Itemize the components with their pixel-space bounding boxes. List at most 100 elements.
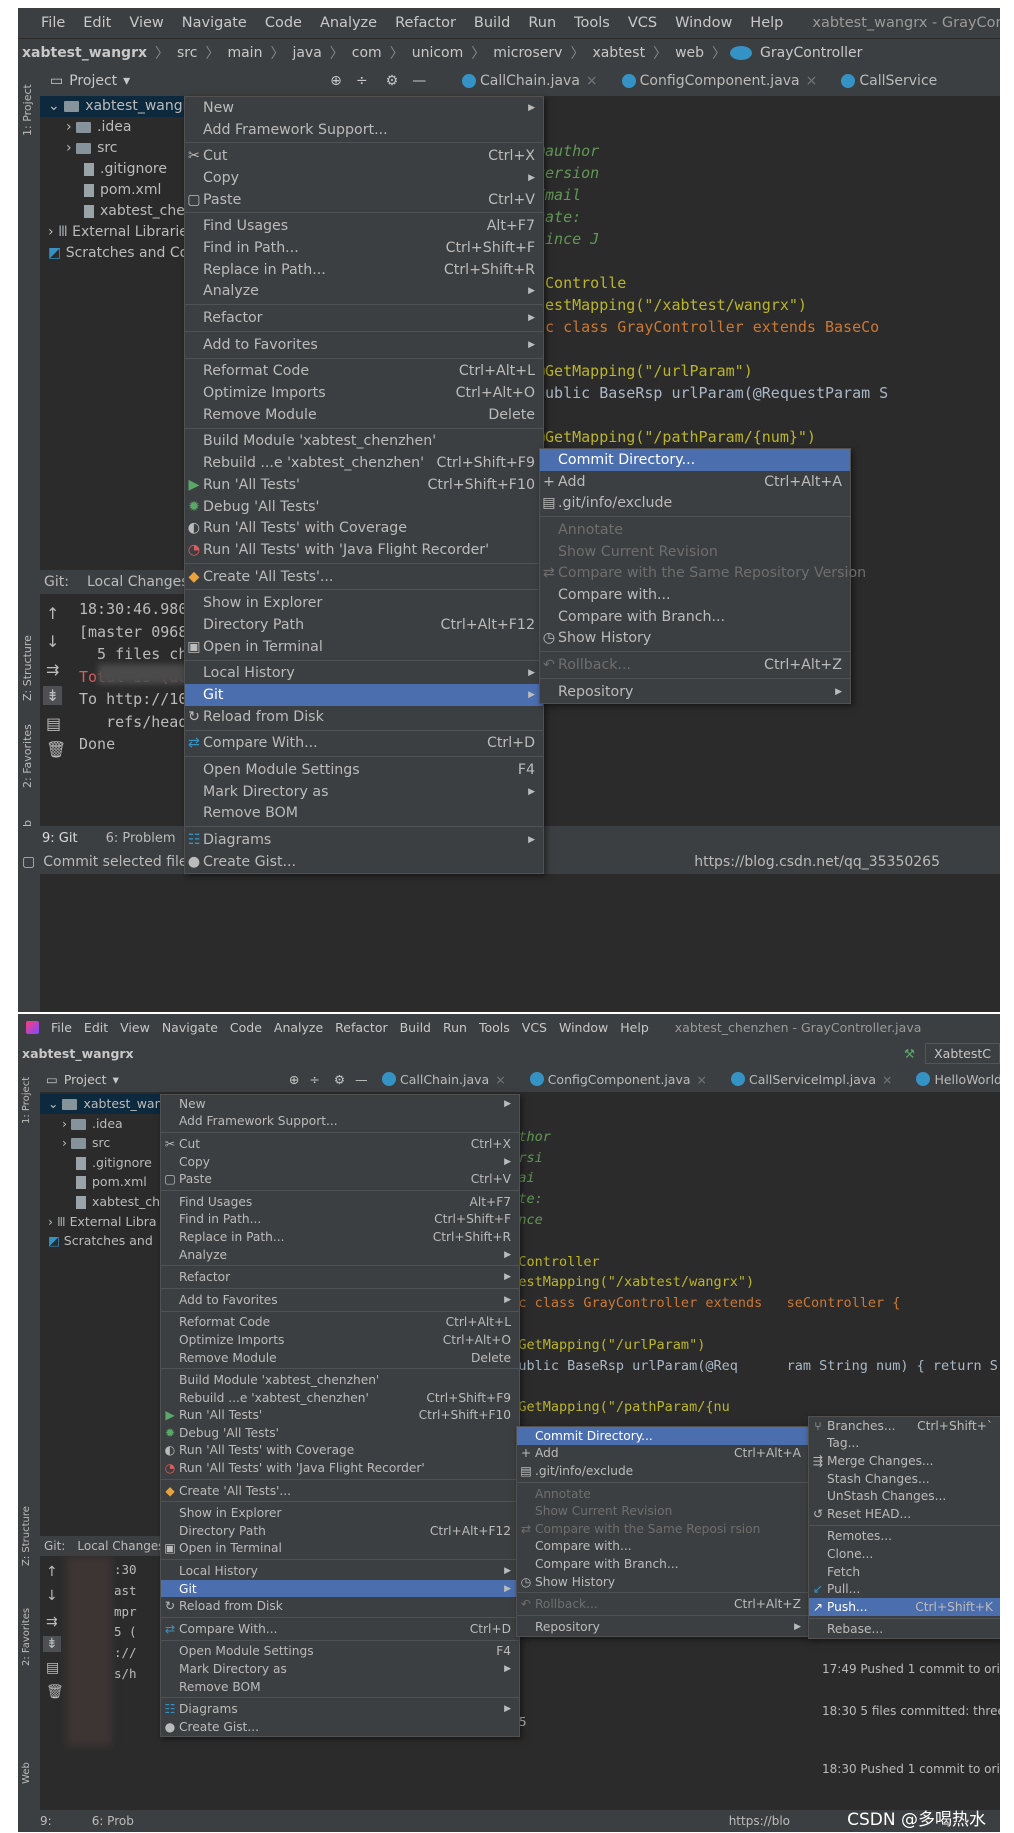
menu-item-directory-path[interactable]: Directory Path Ctrl+Alt+F12 <box>185 614 543 636</box>
menu-item-compare-with-branch[interactable]: Compare with Branch... <box>540 606 850 628</box>
breadcrumb-item[interactable]: main <box>223 45 266 61</box>
scroll-end-icon[interactable]: ⇟ <box>43 1636 61 1652</box>
close-icon[interactable]: × <box>806 73 818 89</box>
tree-node[interactable]: ◩ Scratches and Co <box>40 243 200 264</box>
tree-node[interactable]: › src <box>40 1133 180 1153</box>
print-icon[interactable]: ▤ <box>46 1660 59 1676</box>
favorites-tool-label[interactable]: 2: Favorites <box>21 1608 32 1666</box>
menu-item-new[interactable]: New ▶ <box>185 97 543 119</box>
menu-build[interactable]: Build <box>394 1020 437 1035</box>
locate-icon[interactable]: ⊕ <box>330 73 342 89</box>
tree-node[interactable]: xabtest_chenz <box>40 201 201 222</box>
menu-item-repository[interactable]: Repository ▶ <box>540 681 850 703</box>
collapse-icon[interactable]: ÷ <box>309 1072 319 1087</box>
menu-item-replace-in-path[interactable]: Replace in Path... Ctrl+Shift+R <box>185 259 543 281</box>
menu-item-copy[interactable]: Copy ▶ <box>185 167 543 189</box>
menu-item-reformat-code[interactable]: Reformat Code Ctrl+Alt+L <box>185 361 543 383</box>
menu-item-find-in-path[interactable]: Find in Path... Ctrl+Shift+F <box>161 1211 519 1229</box>
menu-item-run-all-tests[interactable]: ▶ Run 'All Tests' Ctrl+Shift+F10 <box>161 1407 519 1425</box>
menu-item-replace-in-path[interactable]: Replace in Path... Ctrl+Shift+R <box>161 1228 519 1246</box>
menu-item-find-usages[interactable]: Find Usages Alt+F7 <box>185 215 543 237</box>
breadcrumb-item[interactable]: src <box>173 45 201 61</box>
chevron-icon[interactable]: › <box>48 224 58 240</box>
menu-item-analyze[interactable]: Analyze ▶ <box>185 281 543 303</box>
menu-item-remove-bom[interactable]: Remove BOM <box>185 803 543 825</box>
menu-item-open-module-settings[interactable]: Open Module Settings F4 <box>161 1643 519 1661</box>
chevron-down-icon[interactable]: ▾ <box>113 1072 119 1087</box>
menu-item-pull[interactable]: ↙ Pull... <box>809 1580 1000 1598</box>
tree-node[interactable]: pom.xml <box>40 1172 180 1192</box>
menu-help[interactable]: Help <box>741 15 792 31</box>
menu-item-rebuild-e-xabtest-chenzhen[interactable]: Rebuild ...e 'xabtest_chenzhen' Ctrl+Shif… <box>161 1389 519 1407</box>
tree-node[interactable]: › .idea <box>40 1114 180 1134</box>
gear-icon[interactable]: ⚙ <box>386 73 399 89</box>
menu-vcs[interactable]: VCS <box>516 1020 553 1035</box>
collapse-icon[interactable]: ÷ <box>356 73 368 89</box>
menu-item-add[interactable]: + Add Ctrl+Alt+A <box>517 1445 809 1463</box>
tree-node[interactable]: › src <box>40 138 200 159</box>
menu-item-create-all-tests[interactable]: ◆ Create 'All Tests'... <box>185 566 543 588</box>
close-icon[interactable]: × <box>882 1072 892 1087</box>
menu-item-create-all-tests[interactable]: ◆ Create 'All Tests'... <box>161 1482 519 1500</box>
tree-node[interactable]: ◩ Scratches and <box>40 1231 180 1251</box>
menu-run[interactable]: Run <box>519 15 565 31</box>
editor-tab[interactable]: CallService <box>829 73 949 89</box>
menu-item-add-to-favorites[interactable]: Add to Favorites ▶ <box>161 1291 519 1309</box>
menu-item-compare-with[interactable]: Compare with... <box>517 1538 809 1556</box>
menu-item-reload-from-disk[interactable]: ↻ Reload from Disk <box>161 1597 519 1615</box>
menu-item-remove-module[interactable]: Remove Module Delete <box>161 1349 519 1367</box>
code-editor[interactable]: @author version Email Date: since J tControll… <box>536 142 888 450</box>
menu-item-remove-bom[interactable]: Remove BOM <box>161 1678 519 1696</box>
menu-item-compare-with-branch[interactable]: Compare with Branch... <box>517 1555 809 1573</box>
tree-node[interactable]: pom.xml <box>40 180 200 201</box>
chevron-icon[interactable]: › <box>66 140 76 156</box>
menu-item-compare-with[interactable]: Compare with... <box>540 584 850 606</box>
menu-item-open-in-terminal[interactable]: ▣ Open in Terminal <box>185 636 543 658</box>
menu-item-debug-all-tests[interactable]: ✹ Debug 'All Tests' <box>161 1424 519 1442</box>
menu-edit[interactable]: Edit <box>78 1020 114 1035</box>
menu-item-copy[interactable]: Copy ▶ <box>161 1153 519 1171</box>
menu-item-create-gist[interactable]: ● Create Gist... <box>161 1718 519 1736</box>
tab-git[interactable]: 9: <box>40 1814 52 1828</box>
menu-item-cut[interactable]: ✂ Cut Ctrl+X <box>185 145 543 167</box>
breadcrumb-item[interactable]: web <box>671 45 708 61</box>
tree-node[interactable]: › Ⅲ External Libraries <box>40 222 200 243</box>
menu-item-commit-directory[interactable]: Commit Directory... <box>540 449 850 471</box>
menu-item-git[interactable]: Git ▶ <box>185 684 543 706</box>
arrow-up-icon[interactable]: ↑ <box>46 1564 58 1580</box>
menu-item-refactor[interactable]: Refactor ▶ <box>161 1268 519 1286</box>
menu-item-git[interactable]: Git ▶ <box>161 1579 519 1598</box>
menu-view[interactable]: View <box>114 1020 156 1035</box>
menu-refactor[interactable]: Refactor <box>386 15 465 31</box>
menu-item-add-framework-support[interactable]: Add Framework Support... <box>185 119 543 141</box>
chevron-icon[interactable]: ⌄ <box>48 1096 62 1111</box>
menu-item-run-all-tests-with-java-flight-recorder[interactable]: ◔ Run 'All Tests' with 'Java Flight Recor… <box>185 539 543 561</box>
chevron-icon[interactable]: ⌄ <box>48 98 64 114</box>
menu-item-local-history[interactable]: Local History ▶ <box>161 1562 519 1580</box>
menu-tools[interactable]: Tools <box>473 1020 516 1035</box>
breadcrumb-item[interactable]: xabtest <box>588 45 649 61</box>
code-editor[interactable]: *@author@versi@Emai@Date:@since/estContr… <box>494 1108 998 1420</box>
menu-refactor[interactable]: Refactor <box>329 1020 393 1035</box>
menu-item-reset-head[interactable]: ↺ Reset HEAD... <box>809 1505 1000 1523</box>
menu-item-remove-module[interactable]: Remove Module Delete <box>185 404 543 426</box>
project-tool-label[interactable]: 1: Project <box>21 84 34 136</box>
arrow-down-icon[interactable]: ↓ <box>46 1588 58 1604</box>
menu-item-diagrams[interactable]: ☷ Diagrams ▶ <box>161 1700 519 1718</box>
tree-node[interactable]: .gitignore <box>40 159 200 180</box>
menu-item-find-usages[interactable]: Find Usages Alt+F7 <box>161 1193 519 1211</box>
tree-node[interactable]: › Ⅲ External Libra <box>40 1212 180 1232</box>
menu-item-build-module-xabtest-chenzhen[interactable]: Build Module 'xabtest_chenzhen' <box>185 431 543 453</box>
menu-code[interactable]: Code <box>256 15 311 31</box>
menu-item-merge-changes[interactable]: ⇶ Merge Changes... <box>809 1452 1000 1470</box>
project-crumb[interactable]: xabtest_wangrx <box>22 1046 134 1061</box>
menu-item-diagrams[interactable]: ☷ Diagrams ▶ <box>185 829 543 851</box>
tab-git[interactable]: 9: Git <box>42 831 78 846</box>
menu-item-find-in-path[interactable]: Find in Path... Ctrl+Shift+F <box>185 237 543 259</box>
menu-item-directory-path[interactable]: Directory Path Ctrl+Alt+F12 <box>161 1522 519 1540</box>
menu-navigate[interactable]: Navigate <box>173 15 256 31</box>
favorites-tool-label[interactable]: 2: Favorites <box>21 724 34 788</box>
menu-item-optimize-imports[interactable]: Optimize Imports Ctrl+Alt+O <box>161 1331 519 1349</box>
web-tool-label[interactable]: Web <box>21 1762 32 1784</box>
editor-tab[interactable]: CallServiceImpl.java × <box>719 1072 904 1087</box>
